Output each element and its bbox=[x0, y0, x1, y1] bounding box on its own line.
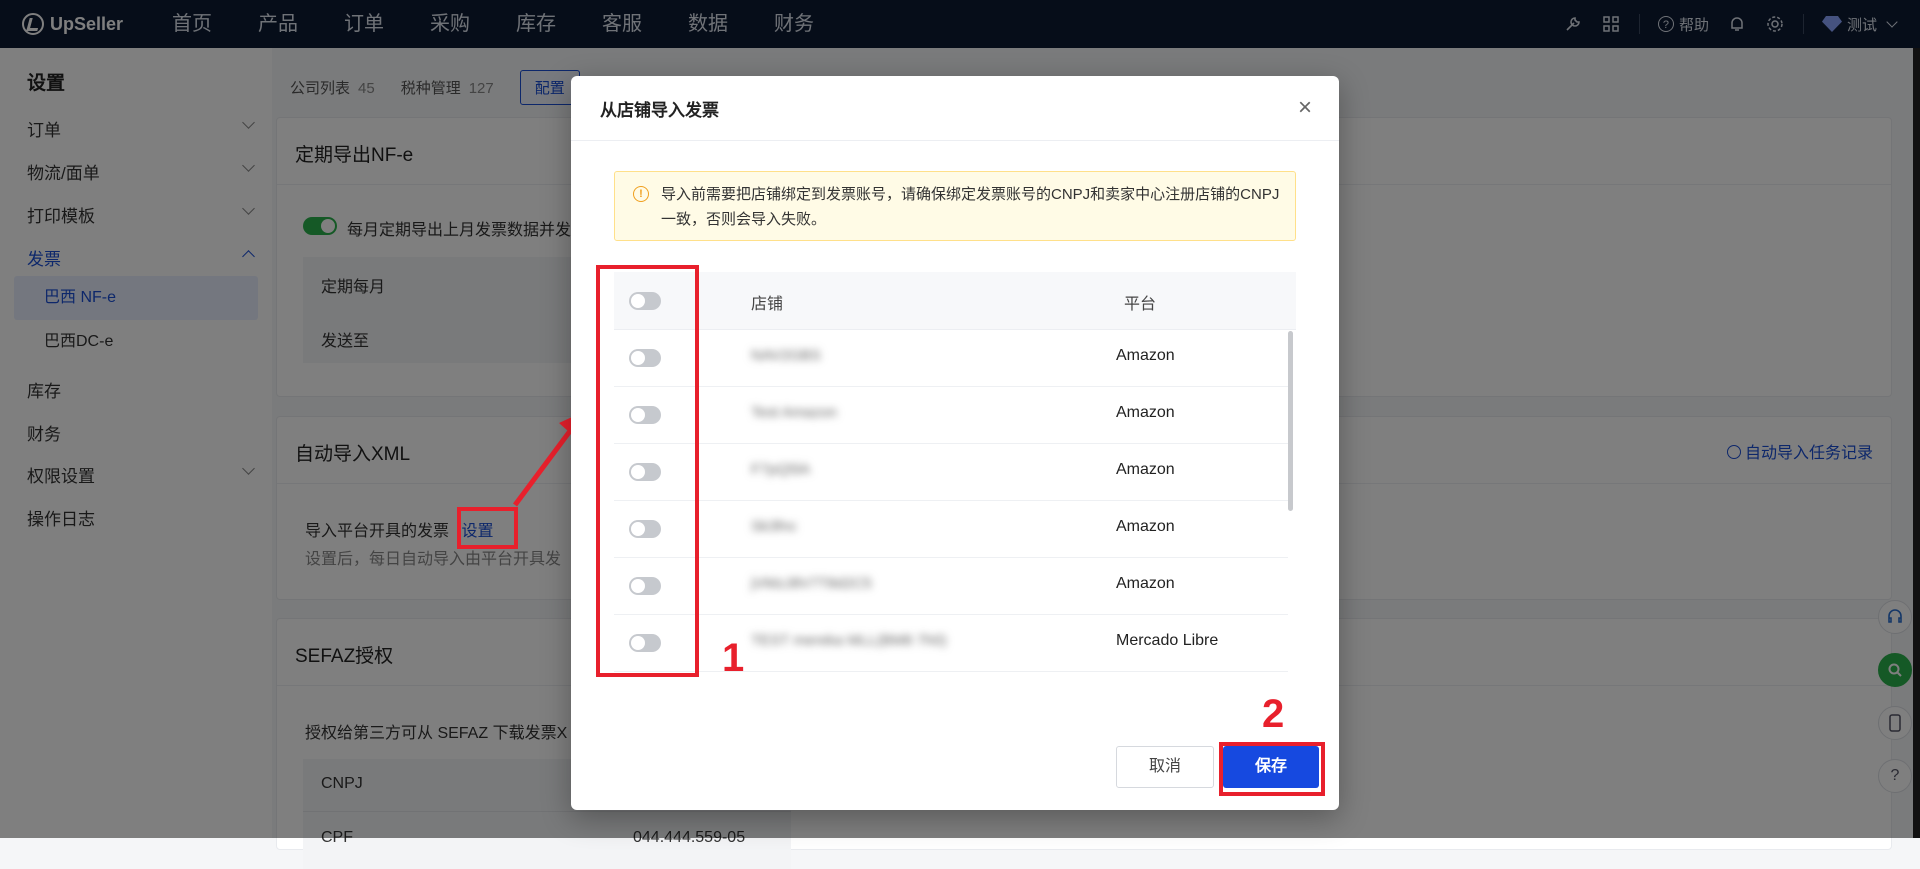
platform-name: Amazon bbox=[1116, 518, 1175, 535]
table-scrollbar[interactable] bbox=[1288, 331, 1293, 511]
column-header-shop: 店铺 bbox=[751, 296, 784, 313]
shop-name: Test Amazon bbox=[751, 404, 837, 421]
shop-name: F7pQ5lA bbox=[751, 461, 811, 478]
table-row: jVMzJ8V7T8d2C5 Amazon bbox=[614, 557, 1288, 615]
cancel-button[interactable]: 取消 bbox=[1116, 746, 1214, 788]
table-row: TEST mereka MLL(BM8 7h0) Mercado Libre bbox=[614, 614, 1288, 672]
warning-alert: ! 导入前需要把店铺绑定到发票账号，请确保绑定发票账号的CNPJ和卖家中心注册店… bbox=[614, 171, 1296, 241]
table-header: 店铺 平台 bbox=[614, 272, 1296, 330]
table-row: Sk3fnc Amazon bbox=[614, 500, 1288, 558]
platform-name: Amazon bbox=[1116, 461, 1175, 478]
table-row: NAV2GBS Amazon bbox=[614, 329, 1288, 387]
shop-name: TEST mereka MLL(BM8 7h0) bbox=[751, 632, 947, 649]
table-row: Test Amazon Amazon bbox=[614, 386, 1288, 444]
warning-icon: ! bbox=[633, 186, 649, 202]
platform-name: Amazon bbox=[1116, 404, 1175, 421]
annotation-label-2: 2 bbox=[1262, 692, 1285, 736]
dialog-title: 从店铺导入发票 bbox=[600, 101, 719, 120]
column-header-platform: 平台 bbox=[1124, 296, 1157, 313]
annotation-box-save bbox=[1219, 742, 1325, 796]
annotation-box-toggles bbox=[596, 265, 699, 677]
platform-name: Amazon bbox=[1116, 575, 1175, 592]
platform-name: Mercado Libre bbox=[1116, 632, 1219, 649]
annotation-label-1: 1 bbox=[722, 636, 745, 680]
shop-name: Sk3fnc bbox=[751, 518, 797, 535]
shop-name: jVMzJ8V7T8d2C5 bbox=[751, 575, 872, 592]
shop-name: NAV2GBS bbox=[751, 347, 821, 364]
table-row: F7pQ5lA Amazon bbox=[614, 443, 1288, 501]
platform-name: Amazon bbox=[1116, 347, 1175, 364]
alert-text: 导入前需要把店铺绑定到发票账号，请确保绑定发票账号的CNPJ和卖家中心注册店铺的… bbox=[661, 186, 1280, 228]
close-icon[interactable]: × bbox=[1293, 96, 1317, 120]
dialog-divider bbox=[571, 140, 1339, 141]
shop-table: 店铺 平台 NAV2GBS Amazon Test Amazon Amazon … bbox=[614, 272, 1296, 692]
